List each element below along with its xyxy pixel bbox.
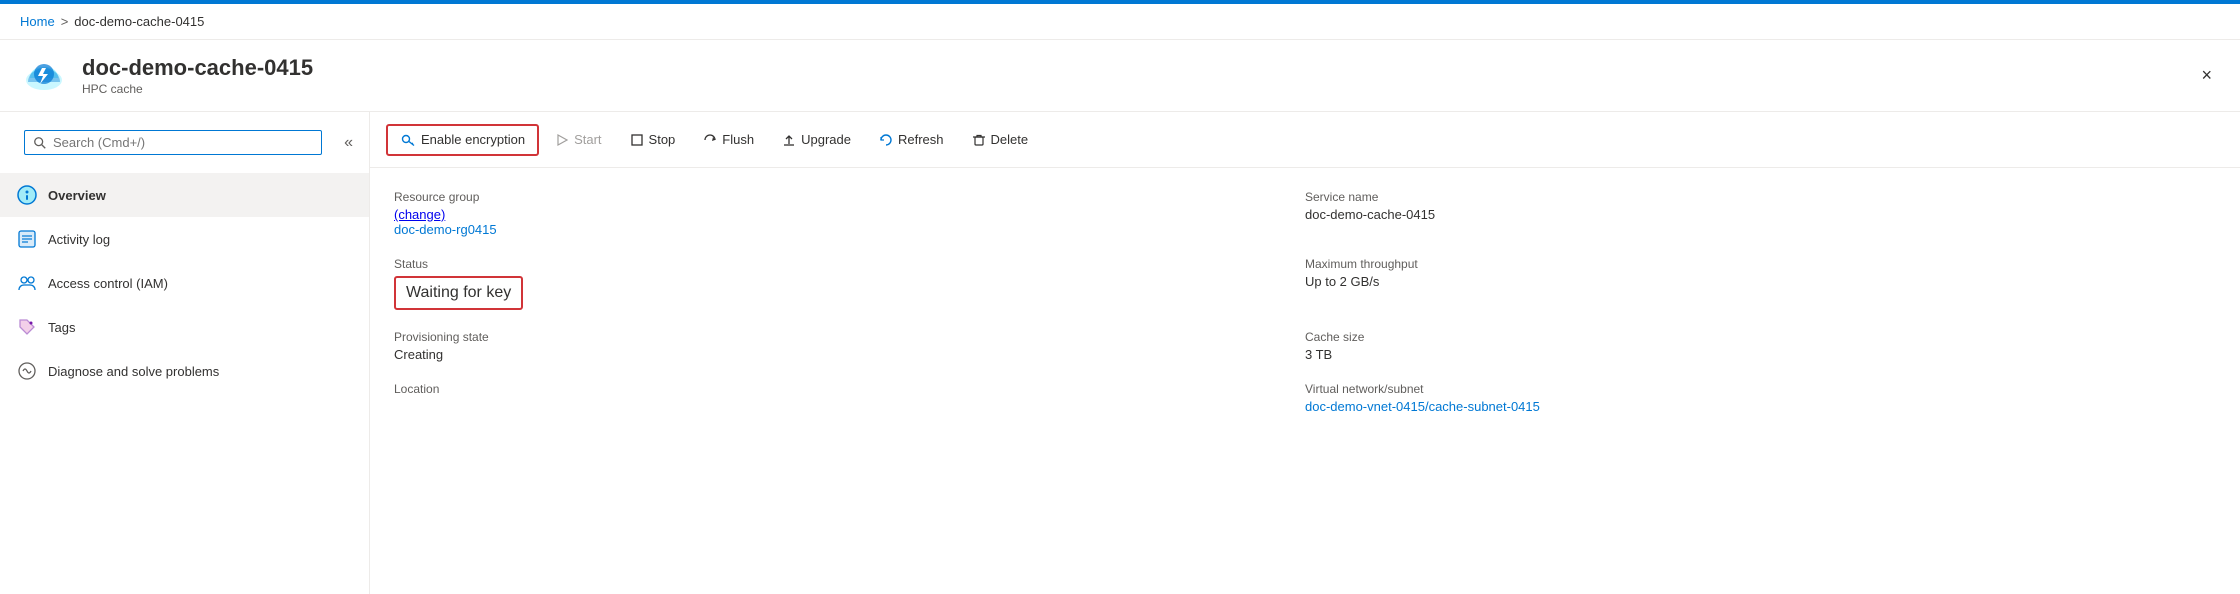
service-name-label: Service name [1305,190,2216,204]
resource-group-link[interactable]: doc-demo-rg0415 [394,222,497,237]
sidebar-item-diagnose[interactable]: Diagnose and solve problems [0,349,369,393]
provisioning-state-value: Creating [394,347,1305,362]
hpc-cache-icon [20,52,68,100]
overview-icon [16,184,38,206]
activity-log-icon [16,228,38,250]
provisioning-state-label: Provisioning state [394,330,1305,344]
sidebar: « Overview [0,112,370,594]
sidebar-item-activity-log[interactable]: Activity log [0,217,369,261]
details-area: Resource group (change) doc-demo-rg0415 … [370,168,2240,594]
resource-group-label: Resource group [394,190,1305,204]
max-throughput-section: Maximum throughput Up to 2 GB/s [1305,251,2216,324]
start-button[interactable]: Start [543,126,613,153]
enable-encryption-button[interactable]: Enable encryption [386,124,539,156]
breadcrumb-current: doc-demo-cache-0415 [74,14,204,29]
sidebar-item-overview[interactable]: Overview [0,173,369,217]
delete-button[interactable]: Delete [960,126,1041,153]
header-text-block: doc-demo-cache-0415 HPC cache [82,55,313,95]
upgrade-icon [782,133,796,147]
status-value: Waiting for key [406,284,511,302]
sidebar-item-access-control-label: Access control (IAM) [48,276,168,291]
refresh-button[interactable]: Refresh [867,126,956,153]
status-label: Status [394,257,1305,271]
stop-icon [630,133,644,147]
provisioning-state-section: Provisioning state Creating [394,324,1305,376]
resource-group-section: Resource group (change) doc-demo-rg0415 [394,184,1305,251]
search-box[interactable] [24,130,322,155]
collapse-sidebar-button[interactable]: « [340,130,357,156]
page-title: doc-demo-cache-0415 [82,55,313,81]
flush-icon [703,133,717,147]
breadcrumb: Home > doc-demo-cache-0415 [0,4,2240,40]
virtual-network-link[interactable]: doc-demo-vnet-0415/cache-subnet-0415 [1305,399,1540,414]
virtual-network-section: Virtual network/subnet doc-demo-vnet-041… [1305,376,2216,428]
refresh-icon [879,133,893,147]
nav-items: Overview Activity log [0,173,369,594]
sidebar-item-diagnose-label: Diagnose and solve problems [48,364,219,379]
page-header: doc-demo-cache-0415 HPC cache × [0,40,2240,112]
location-label: Location [394,382,1305,396]
resource-group-value: doc-demo-rg0415 [394,222,1305,237]
search-icon [33,136,47,150]
service-name-value: doc-demo-cache-0415 [1305,207,2216,222]
max-throughput-value: Up to 2 GB/s [1305,274,2216,289]
page-subtitle: HPC cache [82,82,313,96]
sidebar-item-overview-label: Overview [48,188,106,203]
max-throughput-label: Maximum throughput [1305,257,2216,271]
access-control-icon [16,272,38,294]
sidebar-item-access-control[interactable]: Access control (IAM) [0,261,369,305]
tags-icon [16,316,38,338]
breadcrumb-separator: > [61,14,69,29]
close-button[interactable]: × [2193,61,2220,90]
virtual-network-value: doc-demo-vnet-0415/cache-subnet-0415 [1305,399,2216,414]
status-box: Waiting for key [394,276,523,310]
resource-group-value-row: (change) [394,207,1305,222]
cache-size-section: Cache size 3 TB [1305,324,2216,376]
start-icon [555,133,569,147]
main-layout: « Overview [0,112,2240,594]
toolbar: Enable encryption Start Stop [370,112,2240,168]
key-icon [400,132,416,148]
diagnose-icon [16,360,38,382]
breadcrumb-home[interactable]: Home [20,14,55,29]
virtual-network-label: Virtual network/subnet [1305,382,2216,396]
cache-size-value: 3 TB [1305,347,2216,362]
service-name-section: Service name doc-demo-cache-0415 [1305,184,2216,251]
cache-size-label: Cache size [1305,330,2216,344]
resource-group-change-link[interactable]: (change) [394,207,445,222]
flush-button[interactable]: Flush [691,126,766,153]
status-section: Status Waiting for key [394,251,1305,324]
stop-button[interactable]: Stop [618,126,688,153]
upgrade-button[interactable]: Upgrade [770,126,863,153]
sidebar-item-tags[interactable]: Tags [0,305,369,349]
location-section: Location [394,376,1305,428]
sidebar-item-tags-label: Tags [48,320,75,335]
content-area: Enable encryption Start Stop [370,112,2240,594]
sidebar-item-activity-log-label: Activity log [48,232,110,247]
delete-icon [972,133,986,147]
search-input[interactable] [53,135,313,150]
